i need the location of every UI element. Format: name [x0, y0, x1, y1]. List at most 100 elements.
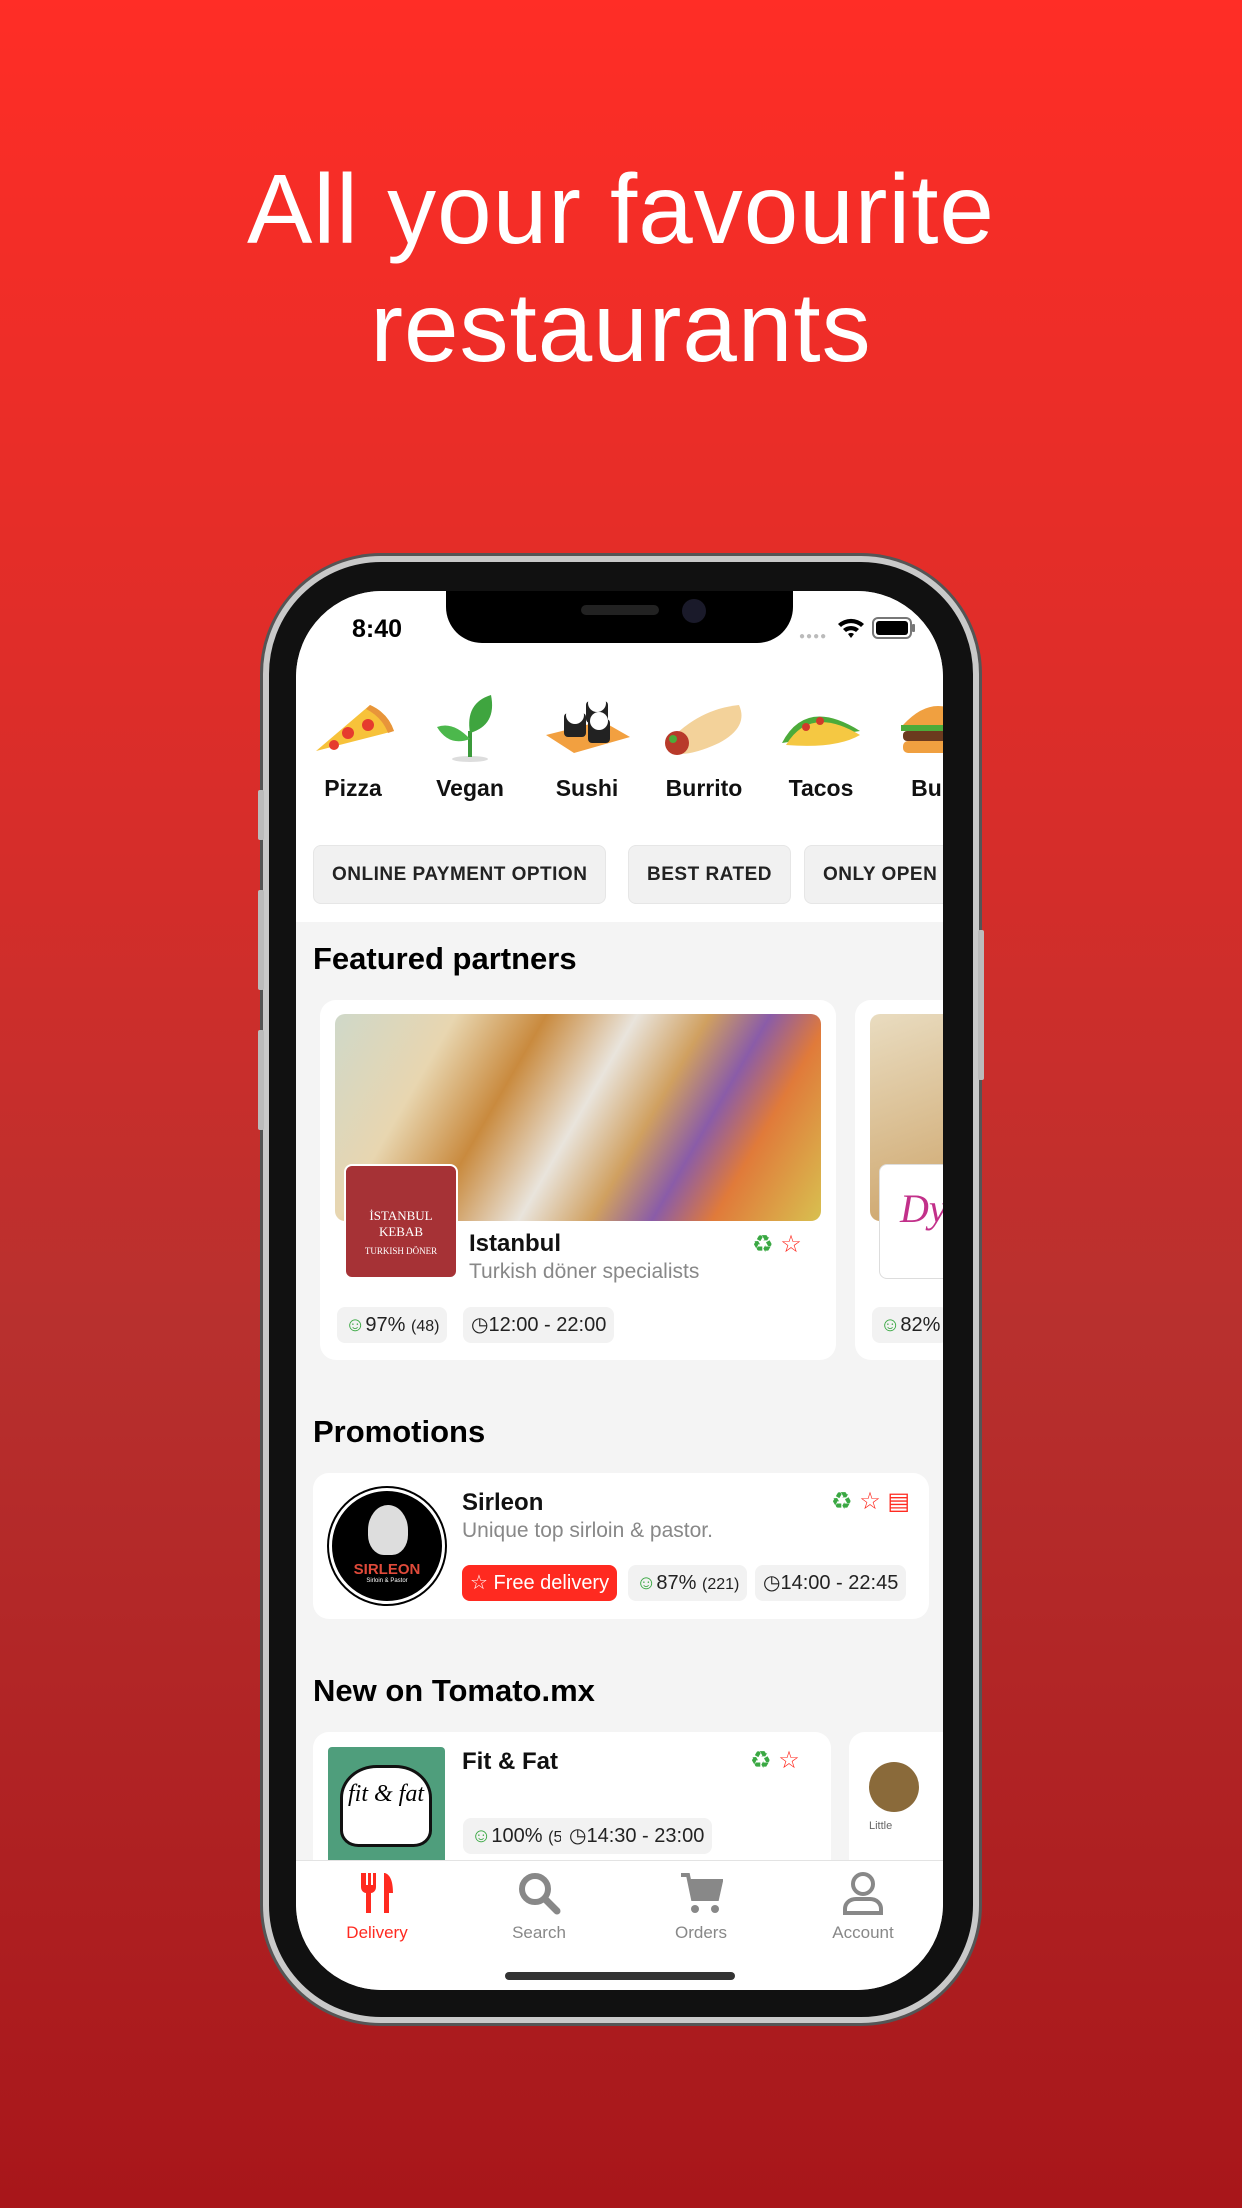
- burger-icon: [901, 706, 943, 753]
- opening-hours: 14:00 - 22:45: [780, 1572, 899, 1594]
- clock-icon: ◷: [471, 1314, 489, 1336]
- clock-icon: ◷: [763, 1572, 781, 1594]
- camera: [682, 599, 706, 623]
- rating-value: 97%: [365, 1314, 406, 1336]
- restaurant-name: Fit & Fat: [462, 1748, 558, 1775]
- phone-volume-up: [258, 890, 264, 990]
- category-tacos[interactable]: Tacos: [766, 691, 876, 802]
- logo-text: İSTANBUL KEBAB: [369, 1208, 433, 1239]
- headline-line-1: All your favourite: [247, 154, 995, 264]
- filter-only-open[interactable]: ONLY OPEN: [804, 845, 943, 904]
- tab-label: Orders: [675, 1923, 727, 1942]
- review-count: (221): [702, 1576, 740, 1593]
- restaurant-logo: İSTANBUL KEBAB TURKISH DÖNER: [344, 1164, 458, 1279]
- filter-online-payment[interactable]: ONLINE PAYMENT OPTION: [313, 845, 607, 904]
- category-label: Tacos: [788, 775, 854, 801]
- category-sushi[interactable]: Sushi: [532, 691, 642, 802]
- rating-badge: ☺82%: [872, 1307, 943, 1343]
- logo-text: SIRLEON: [353, 1561, 421, 1578]
- leaf-icon: [437, 695, 493, 762]
- logo-subtext: Sirloin & Pastor: [366, 1578, 408, 1584]
- notch: [446, 591, 793, 643]
- restaurant-subtitle: Turkish döner specialists: [469, 1260, 700, 1283]
- phone-volume-down: [258, 1030, 264, 1130]
- headline-line-2: restaurants: [370, 272, 872, 382]
- sushi-icon: [546, 694, 630, 753]
- logo-text: Little: [869, 1820, 893, 1832]
- battery-icon: [872, 617, 915, 639]
- home-indicator[interactable]: [505, 1972, 735, 1980]
- pizza-icon: [316, 705, 394, 751]
- new-title: New on Tomato.mx: [313, 1673, 595, 1708]
- restaurant-name: Istanbul: [469, 1230, 562, 1257]
- smile-icon: ☺: [880, 1314, 901, 1336]
- star-icon: ☆: [470, 1572, 488, 1594]
- category-pizza[interactable]: Pizza: [298, 691, 408, 802]
- category-label: Burrito: [665, 775, 743, 801]
- phone-mute-button: [258, 790, 264, 840]
- taco-icon: [782, 716, 860, 746]
- recycle-icon: ♻: [750, 1747, 772, 1774]
- tab-search[interactable]: Search: [458, 1871, 620, 1943]
- smile-icon: ☺: [636, 1572, 657, 1594]
- rating-value: 87%: [656, 1572, 697, 1594]
- tab-delivery[interactable]: Delivery: [296, 1871, 458, 1943]
- restaurant-logo: SIRLEON Sirloin & Pastor: [329, 1488, 445, 1604]
- restaurant-logo: Dy: [879, 1164, 943, 1279]
- recycle-icon: ♻: [831, 1488, 853, 1515]
- rating-badge: ☺97% (48): [337, 1307, 448, 1343]
- hours-badge: ◷12:00 - 22:00: [463, 1307, 615, 1343]
- category-vegan[interactable]: Vegan: [415, 691, 525, 802]
- restaurant-name: Sirleon: [462, 1489, 544, 1516]
- opening-hours: 14:30 - 23:00: [586, 1825, 705, 1847]
- smile-icon: ☺: [345, 1314, 366, 1336]
- app-screen: 8:40 ●●●● Pizza Vegan Sushi Burrito Taco…: [296, 591, 943, 1990]
- category-label: Burg: [911, 775, 943, 801]
- lion-emblem: [368, 1505, 408, 1555]
- restaurant-logo: fit & fat: [328, 1747, 445, 1864]
- rating-value: 82%: [900, 1314, 941, 1336]
- opening-hours: 12:00 - 22:00: [488, 1314, 607, 1336]
- featured-card-istanbul[interactable]: İSTANBUL KEBAB TURKISH DÖNER Istanbul Tu…: [320, 1000, 836, 1360]
- speaker: [581, 605, 659, 615]
- burrito-icon: [665, 705, 742, 755]
- rating-badge: ☺87% (221): [628, 1565, 748, 1601]
- headline: All your favourite restaurants: [0, 150, 1242, 386]
- favorite-star-icon[interactable]: ☆: [859, 1488, 881, 1515]
- rating-badge: ☺100% (5): [463, 1818, 576, 1854]
- tab-label: Search: [512, 1923, 566, 1942]
- tab-orders[interactable]: Orders: [620, 1871, 782, 1943]
- tab-label: Delivery: [346, 1923, 408, 1942]
- review-count: (48): [411, 1318, 440, 1335]
- recycle-icon: ♻: [752, 1231, 774, 1258]
- hours-badge: ◷14:00 - 22:45: [755, 1565, 907, 1601]
- signal-icon: ●●●●: [799, 631, 828, 642]
- phone-power-button: [978, 930, 984, 1080]
- restaurant-subtitle: Unique top sirloin & pastor.: [462, 1519, 713, 1542]
- status-time: 8:40: [352, 615, 403, 643]
- promo-text: Free delivery: [493, 1572, 610, 1594]
- logo-subtext: TURKISH DÖNER: [364, 1246, 438, 1256]
- category-burger[interactable]: Burg: [883, 691, 943, 802]
- filter-best-rated[interactable]: BEST RATED: [628, 845, 791, 904]
- promotion-card-sirleon[interactable]: SIRLEON Sirloin & Pastor Sirleon Unique …: [313, 1473, 929, 1619]
- smile-icon: ☺: [471, 1825, 492, 1847]
- featured-card-next[interactable]: Dy ☺82%: [855, 1000, 943, 1360]
- wifi-icon: [838, 618, 864, 638]
- fork-knife-icon: [361, 1873, 393, 1913]
- logo-text: fit & fat: [340, 1765, 432, 1847]
- category-label: Pizza: [324, 775, 382, 801]
- tab-account[interactable]: Account: [782, 1871, 943, 1943]
- user-icon: [843, 1872, 883, 1915]
- search-icon: [519, 1873, 561, 1915]
- hours-badge: ◷14:30 - 23:00: [561, 1818, 713, 1854]
- category-label: Sushi: [555, 775, 619, 801]
- free-delivery-badge: ☆ Free delivery: [462, 1565, 618, 1601]
- favorite-star-icon[interactable]: ☆: [780, 1231, 802, 1258]
- category-burrito[interactable]: Burrito: [649, 691, 759, 802]
- promotions-title: Promotions: [313, 1414, 486, 1449]
- category-label: Vegan: [436, 775, 504, 801]
- rating-value: 100%: [491, 1825, 543, 1847]
- tab-label: Account: [832, 1923, 894, 1942]
- favorite-star-icon[interactable]: ☆: [778, 1747, 800, 1774]
